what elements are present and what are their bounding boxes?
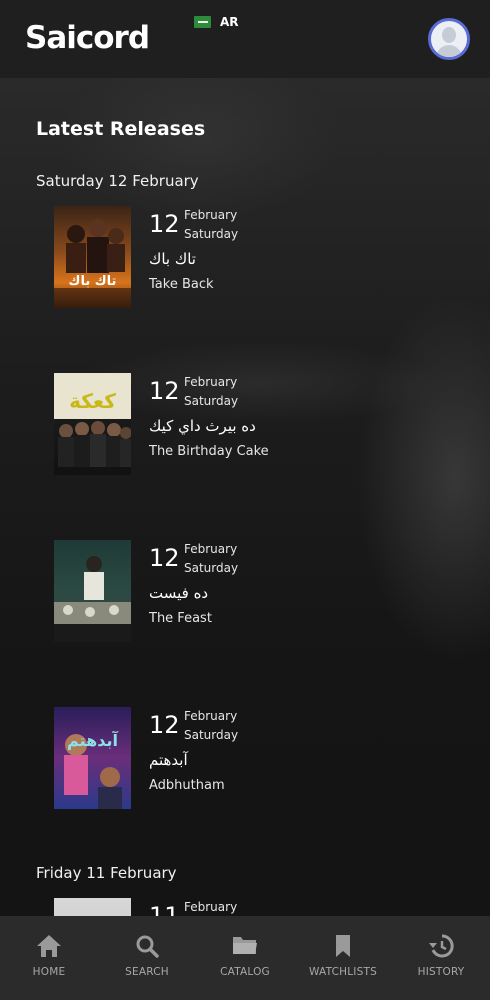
page-title: Latest Releases: [36, 118, 206, 140]
bottom-nav: HOME SEARCH CATALOG WATCHLISTS HISTORY: [0, 916, 490, 1000]
nav-catalog[interactable]: CATALOG: [196, 916, 294, 1000]
release-item[interactable]: آبدهتم 12 February Saturday آبدهتم Adbhu…: [54, 707, 474, 809]
home-icon: [36, 934, 62, 962]
nav-label: HOME: [32, 966, 66, 978]
poster-text: آبدهتم: [67, 731, 118, 750]
nav-search[interactable]: SEARCH: [98, 916, 196, 1000]
release-month: February: [184, 542, 238, 556]
poster-birthday-cake[interactable]: كعكة: [54, 373, 131, 475]
release-month: February: [184, 709, 238, 723]
releases-content: Latest Releases Saturday 12 February تاك…: [0, 78, 490, 916]
release-weekday: Saturday: [184, 394, 239, 408]
brand-logo[interactable]: Saicord: [25, 20, 150, 56]
bookmark-icon: [334, 934, 352, 962]
release-month: February: [184, 375, 238, 389]
folder-icon: [232, 934, 258, 960]
release-day: 11: [149, 902, 180, 916]
poster-partial[interactable]: [54, 898, 131, 916]
title-english[interactable]: The Birthday Cake: [149, 444, 269, 459]
title-english[interactable]: Take Back: [149, 277, 214, 292]
nav-history[interactable]: HISTORY: [392, 916, 490, 1000]
day-heading: Friday 11 February: [36, 864, 177, 882]
poster-take-back[interactable]: تاك باك: [54, 206, 131, 308]
title-arabic[interactable]: ده بيرث داي كيك: [149, 417, 256, 435]
release-month: February: [184, 900, 238, 914]
release-day: 12: [149, 711, 180, 739]
title-arabic[interactable]: تاك باك: [149, 250, 196, 268]
nav-label: SEARCH: [125, 966, 169, 978]
release-day: 12: [149, 544, 180, 572]
release-item[interactable]: 12 February Saturday ده فيست The Feast: [54, 540, 474, 642]
release-month: February: [184, 208, 238, 222]
release-item[interactable]: 11 February: [54, 898, 474, 916]
poster-the-feast[interactable]: [54, 540, 131, 642]
language-switch[interactable]: AR: [194, 15, 239, 29]
release-day: 12: [149, 377, 180, 405]
release-day: 12: [149, 210, 180, 238]
nav-home[interactable]: HOME: [0, 916, 98, 1000]
release-weekday: Saturday: [184, 227, 239, 241]
language-label: AR: [220, 15, 239, 29]
saudi-flag-icon: [194, 16, 211, 28]
title-arabic[interactable]: ده فيست: [149, 584, 208, 602]
poster-adbhutham[interactable]: آبدهتم: [54, 707, 131, 809]
nav-label: CATALOG: [220, 966, 270, 978]
top-bar: Saicord AR: [0, 0, 490, 78]
release-item[interactable]: تاك باك 12 February Saturday تاك باك Tak…: [54, 206, 474, 308]
search-icon: [135, 934, 159, 962]
day-heading: Saturday 12 February: [36, 172, 199, 190]
title-arabic[interactable]: آبدهتم: [149, 751, 188, 769]
title-english[interactable]: Adbhutham: [149, 778, 225, 793]
release-item[interactable]: كعكة 12 February Saturday ده بيرث داي كي…: [54, 373, 474, 475]
title-english[interactable]: The Feast: [149, 611, 212, 626]
nav-watchlists[interactable]: WATCHLISTS: [294, 916, 392, 1000]
release-weekday: Saturday: [184, 561, 239, 575]
release-weekday: Saturday: [184, 728, 239, 742]
user-avatar[interactable]: [428, 18, 470, 60]
nav-label: WATCHLISTS: [309, 966, 377, 978]
history-icon: [428, 934, 454, 962]
poster-text: كعكة: [69, 389, 116, 413]
nav-label: HISTORY: [417, 966, 465, 978]
poster-text: تاك باك: [68, 274, 117, 289]
